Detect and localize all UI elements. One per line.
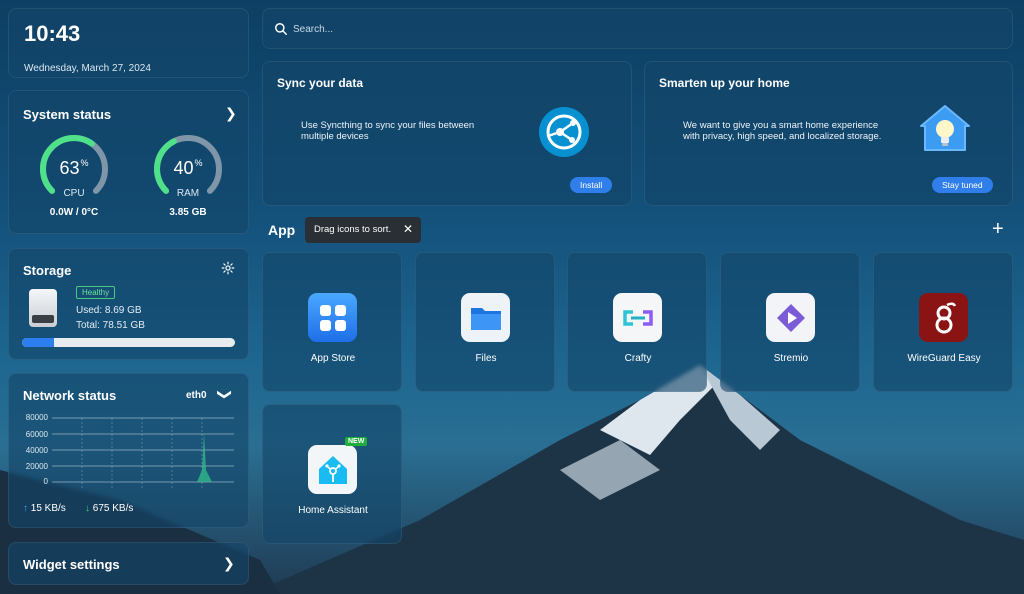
system-status-title: System status — [23, 107, 112, 122]
network-traffic-chart — [52, 417, 234, 488]
search-input[interactable] — [293, 19, 993, 39]
arrow-down-icon: ↓ — [85, 503, 90, 514]
promo-description: We want to give you a smart home experie… — [683, 120, 882, 142]
promo-title: Smarten up your home — [659, 76, 790, 90]
ram-value: 40 — [173, 158, 194, 178]
add-app-icon[interactable]: + — [992, 218, 1004, 241]
upload-speed: ↑ 15 KB/s — [23, 503, 66, 514]
widget-settings-button[interactable]: Widget settings ❯ — [8, 542, 249, 585]
system-status-widget[interactable]: System status ❯ 63% CPU 0.0W / 0°C 40% R… — [8, 90, 249, 234]
ram-usage: 3.85 GB — [169, 207, 207, 218]
syncthing-icon — [539, 107, 589, 157]
tooltip-text: Drag icons to sort. — [314, 224, 392, 235]
storage-health-badge: Healthy — [76, 286, 116, 299]
cpu-power-temp: 0.0W / 0°C — [49, 207, 99, 218]
y-tick-40000: 40000 — [25, 446, 48, 455]
storage-total: Total: 78.51 GB — [76, 320, 145, 331]
storage-usage-fill — [22, 338, 54, 347]
app-tile-app-store[interactable]: App Store — [262, 252, 402, 392]
promo-description: Use Syncthing to sync your files between… — [301, 120, 475, 142]
install-button[interactable]: Install — [570, 177, 613, 193]
home-assistant-icon — [308, 445, 357, 494]
app-tile-crafty[interactable]: Crafty — [567, 252, 707, 392]
y-tick-20000: 20000 — [25, 462, 48, 471]
files-icon — [461, 293, 510, 342]
cpu-value: 63 — [59, 158, 80, 178]
storage-title: Storage — [23, 263, 72, 278]
stremio-icon — [766, 293, 815, 342]
drag-sort-tooltip: Drag icons to sort. ✕ — [305, 217, 421, 243]
promo-card-sync: Sync your data Use Syncthing to sync you… — [262, 61, 632, 206]
ram-label: RAM — [176, 188, 200, 199]
y-tick-0: 0 — [43, 477, 48, 486]
search-bar[interactable] — [262, 8, 1013, 49]
ram-gauge: 40% RAM — [152, 133, 224, 205]
app-store-icon — [308, 293, 357, 342]
y-tick-80000: 80000 — [25, 413, 48, 422]
cpu-gauge: 63% CPU — [38, 133, 110, 205]
app-section-title: App — [268, 222, 296, 238]
app-tile-wireguard-easy[interactable]: WireGuard Easy — [873, 252, 1013, 392]
app-name: App Store — [310, 353, 356, 364]
app-tile-files[interactable]: Files — [415, 252, 555, 392]
close-icon[interactable]: ✕ — [403, 222, 413, 236]
promo-card-smart-home: Smarten up your home We want to give you… — [644, 61, 1013, 206]
app-name: Home Assistant — [298, 505, 368, 516]
crafty-icon — [613, 293, 662, 342]
network-status-title: Network status — [23, 388, 117, 403]
storage-used: Used: 8.69 GB — [76, 305, 142, 316]
y-tick-60000: 60000 — [25, 430, 48, 439]
chevron-down-icon[interactable]: ❯ — [216, 389, 233, 401]
app-tile-home-assistant[interactable]: NEW Home Assistant — [262, 404, 402, 544]
arrow-up-icon: ↑ — [23, 503, 28, 514]
storage-usage-bar — [22, 338, 235, 347]
chevron-right-icon[interactable]: ❯ — [223, 555, 235, 572]
stay-tuned-button[interactable]: Stay tuned — [932, 177, 993, 193]
chevron-right-icon[interactable]: ❯ — [225, 105, 237, 122]
smart-home-icon — [920, 105, 970, 151]
network-interface-select[interactable]: eth0 — [186, 390, 207, 401]
widget-settings-label: Widget settings — [23, 557, 120, 572]
promo-title: Sync your data — [277, 76, 364, 90]
app-name: Crafty — [624, 353, 652, 364]
app-tile-stremio[interactable]: Stremio — [720, 252, 860, 392]
app-name: Files — [475, 353, 497, 364]
search-icon — [275, 23, 287, 35]
wireguard-icon — [919, 293, 968, 342]
clock-time: 10:43 — [24, 21, 81, 46]
clock-date: Wednesday, March 27, 2024 — [24, 63, 151, 74]
download-spike — [197, 432, 212, 482]
disk-icon — [29, 289, 57, 327]
gear-icon[interactable] — [221, 261, 235, 275]
download-speed: ↓ 675 KB/s — [85, 503, 134, 514]
new-badge: NEW — [345, 437, 368, 446]
app-name: Stremio — [773, 353, 809, 364]
clock-widget: 10:43 Wednesday, March 27, 2024 — [8, 8, 249, 78]
app-name: WireGuard Easy — [907, 353, 981, 364]
cpu-label: CPU — [63, 188, 85, 199]
